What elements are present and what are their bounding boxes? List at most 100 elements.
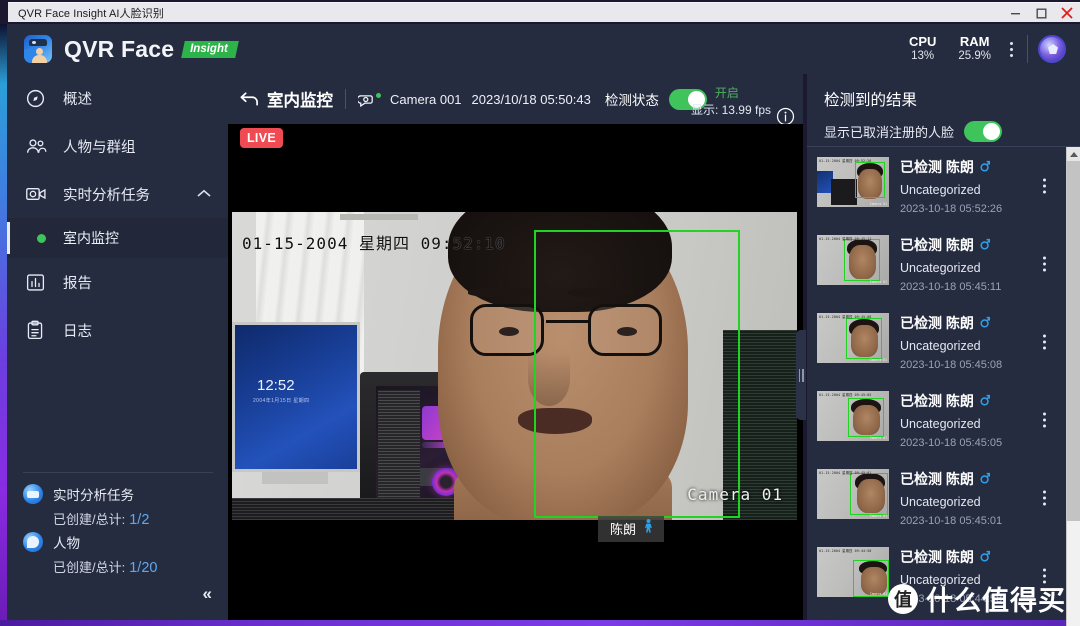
live-badge: LIVE bbox=[240, 128, 283, 148]
maximize-button[interactable] bbox=[1028, 3, 1054, 23]
brand-edge-gradient bbox=[0, 24, 7, 626]
video-frame: 12:52 2004年1月15日 星期四 bbox=[232, 212, 797, 520]
detection-state-label: 检测状态 bbox=[591, 89, 659, 109]
male-icon bbox=[980, 237, 990, 253]
people-group-icon bbox=[25, 136, 51, 157]
sidebar-stat-tasks: 实时分析任务 已创建/总计:1/2 bbox=[23, 484, 223, 528]
camera-name: Camera 001 bbox=[380, 92, 462, 107]
detected-results-panel: 检测到的结果 显示已取消注册的人脸 01-15-2004 星期四 09:52:2… bbox=[807, 74, 1080, 620]
app-header: QVR Face Insight CPU 13% RAM 25.9% bbox=[7, 24, 1080, 74]
ram-label: RAM bbox=[958, 34, 991, 49]
result-kebab-menu-icon[interactable] bbox=[1043, 257, 1046, 272]
close-button[interactable] bbox=[1054, 3, 1080, 23]
result-name: 已检测 陈朗 bbox=[900, 235, 974, 255]
user-avatar-icon[interactable] bbox=[1038, 35, 1066, 63]
result-time: 2023-10-18 05:45:01 bbox=[900, 509, 1066, 527]
cpu-value: 13% bbox=[909, 49, 936, 64]
person-circle-icon bbox=[23, 532, 43, 552]
result-category: Uncategorized bbox=[900, 333, 1066, 353]
window-title: QVR Face Insight AI人脸识别 bbox=[8, 5, 164, 21]
kebab-menu-icon[interactable] bbox=[1002, 42, 1023, 57]
sidebar-item-logs[interactable]: 日志 bbox=[7, 306, 228, 354]
face-name-label: 陈朗 bbox=[598, 516, 664, 542]
sidebar-item-overview[interactable]: 概述 bbox=[7, 74, 228, 122]
stat-label: 已创建/总计: bbox=[53, 512, 125, 527]
compass-icon bbox=[25, 88, 51, 109]
back-arrow-icon[interactable] bbox=[228, 91, 267, 107]
stat-label: 已创建/总计: bbox=[53, 560, 125, 575]
result-category: Uncategorized bbox=[900, 177, 1066, 197]
video-camera-icon bbox=[25, 184, 51, 204]
list-item[interactable]: 01-15-2004 星期四 09:44:58 Camera 01 已检测 陈朗… bbox=[807, 537, 1066, 615]
result-name: 已检测 陈朗 bbox=[900, 157, 974, 177]
list-item[interactable]: 01-15-2004 星期四 09:45:11 Camera 01 已检测 陈朗… bbox=[807, 225, 1066, 303]
brand-bottom-gradient bbox=[0, 620, 1080, 626]
result-category: Uncategorized bbox=[900, 567, 1066, 587]
sidebar-item-indoor-monitoring[interactable]: 室内监控 bbox=[7, 218, 228, 258]
os-title-bar: QVR Face Insight AI人脸识别 bbox=[8, 2, 1080, 22]
face-detection-box bbox=[534, 230, 740, 518]
scrollbar-thumb[interactable] bbox=[1067, 161, 1080, 521]
list-item[interactable]: 01-15-2004 星期四 09:52:26 Camera 01 已检测 陈朗… bbox=[807, 147, 1066, 225]
status-dot-icon bbox=[37, 234, 46, 243]
chevron-up-icon[interactable] bbox=[197, 186, 228, 202]
panel-resize-handle[interactable] bbox=[796, 330, 806, 420]
male-icon bbox=[980, 393, 990, 409]
list-item[interactable]: 01-15-2004 星期四 09:45:08 Camera 01 已检测 陈朗… bbox=[807, 303, 1066, 381]
result-thumbnail: 01-15-2004 星期四 09:45:08 Camera 01 bbox=[817, 313, 889, 363]
list-item[interactable]: 01-15-2004 星期四 09:45:01 Camera 01 已检测 陈朗… bbox=[807, 459, 1066, 537]
result-kebab-menu-icon[interactable] bbox=[1043, 179, 1046, 194]
male-person-icon bbox=[643, 519, 654, 538]
male-icon bbox=[980, 471, 990, 487]
brand-name: QVR Face bbox=[52, 36, 174, 63]
video-stage[interactable]: LIVE 12:52 2004年1月15日 星期四 bbox=[228, 124, 803, 620]
sidebar-divider bbox=[23, 472, 213, 473]
male-icon bbox=[980, 315, 990, 331]
results-toggle-label: 显示已取消注册的人脸 bbox=[824, 122, 954, 141]
result-time: 2023-10-18 05:52:26 bbox=[900, 197, 1066, 215]
face-name-text: 陈朗 bbox=[610, 519, 636, 538]
video-toolbar: 室内监控 Camera 001 2023/10/18 05:50:43 检测状态… bbox=[228, 74, 803, 124]
sidebar-item-label: 概述 bbox=[51, 88, 92, 109]
stat-value: 1/20 bbox=[125, 560, 157, 576]
result-kebab-menu-icon[interactable] bbox=[1043, 335, 1046, 350]
stat-subline: 已创建/总计:1/20 bbox=[23, 552, 223, 576]
header-divider bbox=[1027, 35, 1028, 63]
minimize-button[interactable] bbox=[1002, 3, 1028, 23]
scroll-up-button[interactable] bbox=[1067, 147, 1080, 161]
result-kebab-menu-icon[interactable] bbox=[1043, 413, 1046, 428]
list-item[interactable]: 01-15-2004 星期四 09:44:55 Camera 01 已检测 陈朗… bbox=[807, 615, 1066, 620]
result-name: 已检测 陈朗 bbox=[900, 469, 974, 489]
results-toggle-row: 显示已取消注册的人脸 bbox=[807, 110, 1080, 142]
result-thumbnail: 01-15-2004 星期四 09:45:05 Camera 01 bbox=[817, 391, 889, 441]
sidebar-item-reports[interactable]: 报告 bbox=[7, 258, 228, 306]
sidebar-item-label: 人物与群组 bbox=[51, 136, 136, 157]
sidebar-item-people-groups[interactable]: 人物与群组 bbox=[7, 122, 228, 170]
show-unregistered-toggle[interactable] bbox=[964, 121, 1002, 142]
clipboard-icon bbox=[25, 320, 51, 341]
result-kebab-menu-icon[interactable] bbox=[1043, 569, 1046, 584]
video-title: 室内监控 bbox=[267, 87, 333, 111]
application-window: QVR Face Insight AI人脸识别 QVR Face Insi bbox=[0, 0, 1080, 626]
results-list[interactable]: 01-15-2004 星期四 09:52:26 Camera 01 已检测 陈朗… bbox=[807, 147, 1066, 620]
sidebar-collapse-button[interactable]: « bbox=[203, 584, 210, 604]
result-time: 2023-10-18 05:45:05 bbox=[900, 431, 1066, 449]
stat-title: 人物 bbox=[43, 532, 80, 552]
cpu-label: CPU bbox=[909, 34, 936, 49]
sidebar-item-label: 报告 bbox=[51, 272, 92, 293]
list-item[interactable]: 01-15-2004 星期四 09:45:05 Camera 01 已检测 陈朗… bbox=[807, 381, 1066, 459]
camera-status-dot bbox=[376, 93, 381, 98]
camera-outline-icon bbox=[358, 91, 380, 108]
sidebar-subitem-label: 室内监控 bbox=[46, 228, 119, 248]
header-right-group: CPU 13% RAM 25.9% bbox=[898, 34, 1080, 64]
brand-logo-group: QVR Face Insight bbox=[7, 35, 237, 63]
result-name: 已检测 陈朗 bbox=[900, 391, 974, 411]
results-scrollbar[interactable] bbox=[1066, 147, 1080, 626]
sidebar-item-realtime-tasks[interactable]: 实时分析任务 bbox=[7, 170, 228, 218]
result-kebab-menu-icon[interactable] bbox=[1043, 491, 1046, 506]
sidebar: 概述 人物与群组 实时分析任务 bbox=[7, 74, 228, 620]
results-title: 检测到的结果 bbox=[807, 74, 1080, 110]
sidebar-item-label: 日志 bbox=[51, 320, 92, 341]
result-time: 2023-10-18 05:44:58 bbox=[900, 587, 1066, 605]
insight-badge: Insight bbox=[181, 41, 238, 58]
